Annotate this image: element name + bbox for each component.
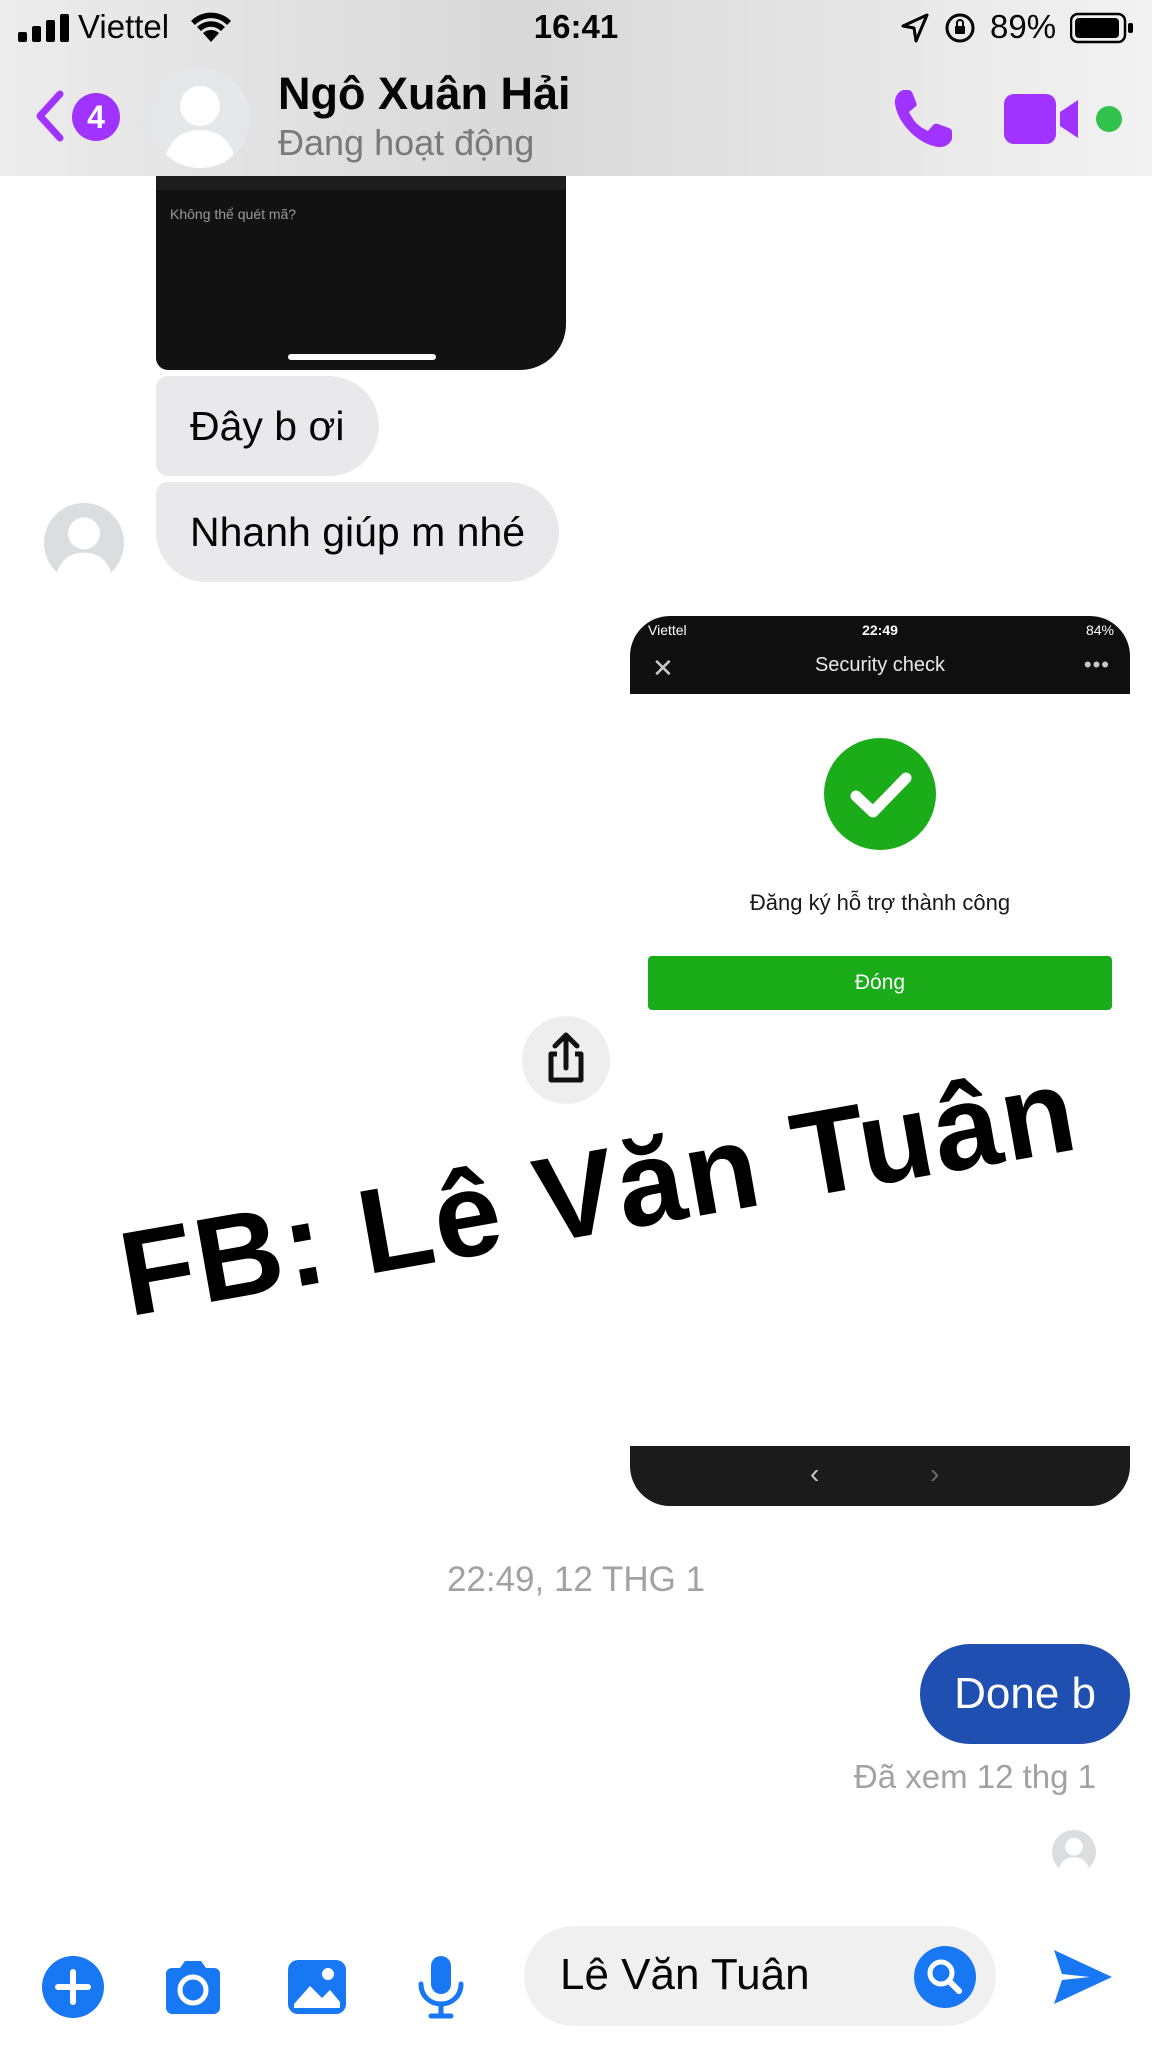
screenshot-header: Viettel 22:49 84% ✕ Security check ••• — [630, 616, 1130, 694]
clock: 16:41 — [533, 8, 619, 45]
incoming-message[interactable]: Đây b ơi — [156, 376, 379, 476]
battery-icon — [1070, 12, 1133, 44]
message-timestamp: 22:49, 12 THG 1 — [446, 1560, 706, 1599]
search-button[interactable] — [914, 1946, 976, 2008]
home-indicator — [288, 354, 436, 360]
message-input-value[interactable]: Lê Văn Tuân — [560, 1950, 810, 2000]
location-arrow-icon — [901, 13, 929, 43]
image-caption: Không thể quét mã? — [170, 206, 297, 222]
screenshot-time: 22:49 — [862, 622, 898, 638]
image-divider — [156, 176, 566, 190]
gallery-icon[interactable] — [284, 1954, 350, 2020]
presence-status: Đang hoạt động — [278, 122, 535, 163]
previous-image-attachment[interactable]: Không thể quét mã? — [156, 150, 566, 370]
microphone-icon[interactable] — [408, 1954, 474, 2020]
phone-call-icon[interactable] — [890, 86, 956, 152]
battery-percent: 89% — [990, 8, 1057, 45]
seen-status: Đã xem 12 thg 1 — [853, 1758, 1096, 1795]
top-bar: Viettel 16:41 89% 4 Ngô Xuân Hải Đang ho… — [0, 0, 1152, 176]
screenshot-battery: 84% — [1085, 622, 1114, 638]
back-chevron-icon[interactable] — [32, 88, 66, 144]
incoming-message[interactable]: Nhanh giúp m nhé — [156, 482, 560, 582]
screenshot-message: Đăng ký hỗ trợ thành công — [749, 890, 1011, 915]
search-icon — [927, 1959, 962, 1994]
share-button[interactable] — [522, 1016, 610, 1104]
outgoing-message[interactable]: Done b — [920, 1644, 1130, 1744]
screenshot-footer: ‹ › — [630, 1446, 1130, 1506]
rotation-lock-icon — [945, 13, 975, 43]
sender-avatar[interactable] — [44, 503, 124, 583]
screenshot-close-button: Đóng — [648, 956, 1112, 1010]
share-icon — [548, 1032, 584, 1083]
status-bar: Viettel 16:41 89% — [0, 0, 1152, 56]
default-avatar-icon — [164, 86, 236, 168]
contact-name[interactable]: Ngô Xuân Hải — [278, 68, 571, 120]
send-icon[interactable] — [1050, 1946, 1116, 2008]
screenshot-title: Security check — [814, 654, 946, 676]
chevron-right-icon: › — [930, 1458, 940, 1489]
more-icon: ••• — [1083, 652, 1110, 677]
unread-badge[interactable]: 4 — [72, 93, 120, 141]
read-receipt-avatar — [1052, 1830, 1096, 1874]
video-call-icon[interactable] — [1004, 92, 1082, 146]
camera-icon[interactable] — [160, 1954, 226, 2020]
chevron-left-icon: ‹ — [810, 1458, 820, 1489]
online-indicator — [1096, 106, 1122, 132]
default-avatar-icon — [1058, 1837, 1090, 1874]
plus-icon[interactable] — [40, 1954, 106, 2020]
default-avatar-icon — [55, 517, 113, 583]
success-check-icon — [824, 738, 936, 850]
contact-avatar[interactable] — [150, 68, 250, 168]
